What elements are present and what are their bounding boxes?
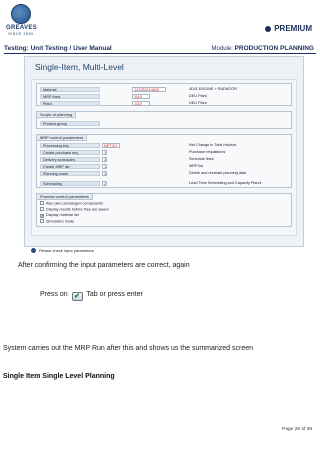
planning-mode-input[interactable]: 3 [102,171,107,176]
greaves-logo: GREAVES SINCE 1859 [6,4,37,42]
mrp-row-delivery-schedules: Delivery schedules 3 Schedule lines [40,157,290,163]
create-mrp-list-input[interactable]: 1 [102,164,107,169]
option-display-material-list-label: Display material list [46,213,79,217]
premium-dot-icon [265,26,272,32]
field-row-mrp-area: MRP Area 1110 DEU Plant [40,94,290,100]
module-info: Module: PRODUCTION PLANNING [212,45,314,52]
press-on-text: Press on [40,291,68,298]
process-control-group: Process control parameters Also plan unc… [36,193,292,227]
delivery-schedules-label: Delivery schedules [40,157,100,162]
doc-title: Testing: Unit Testing / User Manual [4,45,112,52]
company-name: GREAVES [6,25,37,31]
mrp-area-input[interactable]: 1110 [132,94,150,99]
scope-group-title: Scope of planning [37,112,77,118]
purchase-req-input[interactable]: 1 [102,150,107,155]
checkbox-display-results[interactable] [40,207,44,211]
module-label: Module: [211,46,233,52]
tab-or-enter-text: Tab or press enter [86,291,143,298]
processing-key-desc: Net Change in Total Horizon [189,143,237,147]
option-plan-unchanged-label: Also plan unchanged components [46,201,104,206]
checkbox-plan-unchanged[interactable] [40,201,44,205]
page-number: Page 26 of 39 [282,427,312,432]
mrp-control-group: MRP control parameters Processing key NE… [36,134,292,188]
section-heading: Single Item Single Level Planning [3,373,115,380]
scheduling-input[interactable]: 2 [102,181,107,186]
mrp-area-desc: DEU Plant [189,94,207,98]
processing-key-input[interactable]: NETCH [102,143,120,148]
mrp-row-scheduling: Scheduling 2 Lead Time Scheduling and Ca… [40,181,290,187]
status-message: Please check input parameters [39,248,94,253]
mrp-row-processing-key: Processing key NETCH Net Change in Total… [40,143,290,149]
instruction-line-2: Press on ✔ Tab or press enter [40,291,143,301]
field-row-plant: Plant 1110 DEU Plant [40,101,290,107]
instruction-line-1: After confirming the input parameters ar… [18,262,190,269]
processing-key-label: Processing key [40,143,100,148]
scope-group: Scope of planning Product group [36,111,292,129]
field-row-material: Material 1411B0114820 4D11 ENGINE + RADI… [40,87,290,93]
plant-label: Plant [40,101,100,106]
company-since: SINCE 1859 [8,32,34,36]
info-icon [31,248,36,253]
option-display-material-list[interactable]: ✔ Display material list [40,213,79,218]
mrp-row-planning-mode: Planning mode 3 Delete and recreate plan… [40,171,290,177]
field-row-product-group: Product group [40,121,290,127]
screen-title: Single-Item, Multi-Level [35,62,124,72]
sap-screenshot: Single-Item, Multi-Level Material 1411B0… [24,56,304,253]
material-desc: 4D11 ENGINE + RADIATOR [189,87,238,91]
logo-emblem-icon [11,4,31,24]
premium-label: PREMIUM [274,24,312,33]
checkbox-display-material-list[interactable]: ✔ [40,213,44,218]
scheduling-label: Scheduling [40,181,100,186]
plant-desc: DEU Plant [189,101,207,105]
option-plan-unchanged[interactable]: Also plan unchanged components [40,201,103,206]
option-simulation-mode[interactable]: Simulation mode [40,219,74,224]
material-label: Material [40,87,100,92]
premium-badge: PREMIUM [265,24,312,33]
instruction-line-3: System carries out the MRP Run after thi… [3,345,254,352]
option-display-results-label: Display results before they are saved [46,207,109,212]
top-fields-group: Material 1411B0114820 4D11 ENGINE + RADI… [36,83,292,106]
purchase-req-label: Create purchase req. [40,150,100,155]
planning-mode-label: Planning mode [40,171,100,176]
header-divider [4,53,316,54]
planning-mode-desc: Delete and recreate planning data [189,171,247,175]
create-mrp-list-label: Create MRP list [40,164,100,169]
delivery-schedules-desc: Schedule lines [189,157,214,161]
create-mrp-list-desc: MRP list [189,164,204,168]
enter-key-icon: ✔ [71,292,83,301]
mrp-area-label: MRP Area [40,94,100,99]
selection-screen: Material 1411B0114820 4D11 ENGINE + RADI… [31,79,297,236]
purchase-req-desc: Purchase requisitions [189,150,226,154]
status-bar: Please check input parameters [31,239,297,253]
option-display-results[interactable]: Display results before they are saved [40,207,108,212]
option-simulation-mode-label: Simulation mode [46,219,75,224]
module-value: PRODUCTION PLANNING [234,45,314,52]
process-control-title: Process control parameters [37,194,93,200]
scheduling-desc: Lead Time Scheduling and Capacity Planni [189,181,262,185]
checkbox-simulation-mode[interactable] [40,219,44,223]
product-group-label: Product group [40,121,100,126]
mrp-row-create-mrp-list: Create MRP list 1 MRP list [40,164,290,170]
mrp-control-title: MRP control parameters [37,135,88,141]
plant-input[interactable]: 1110 [132,101,150,106]
material-input[interactable]: 1411B0114820 [132,87,166,92]
mrp-row-purchase-req: Create purchase req. 1 Purchase requisit… [40,150,290,156]
delivery-schedules-input[interactable]: 3 [102,157,107,162]
